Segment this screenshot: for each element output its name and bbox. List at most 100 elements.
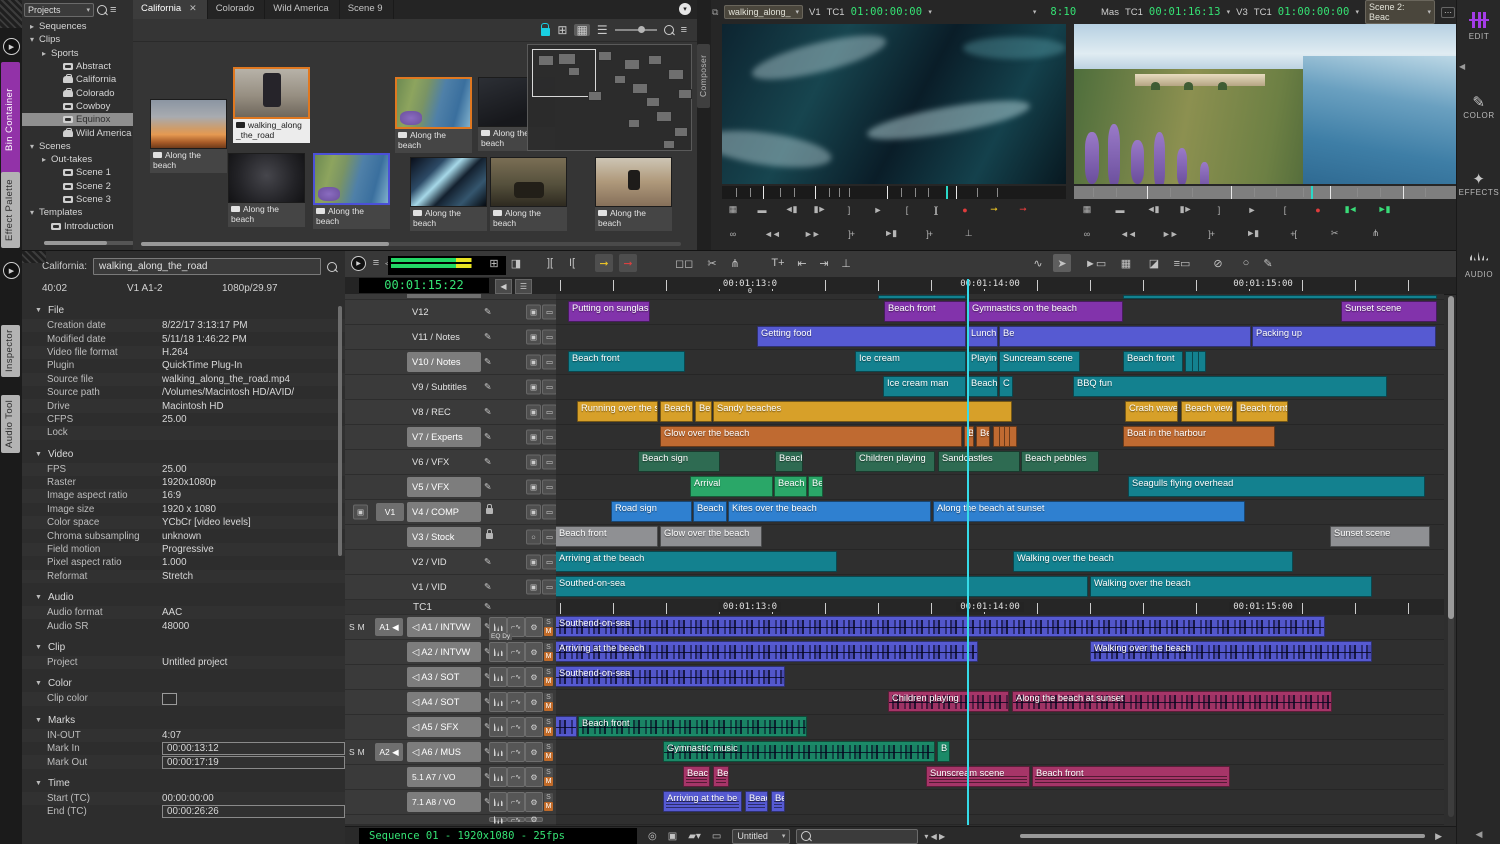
track-header-A7[interactable]: 5.1 A7 / VO✎⌐∿⚙SM <box>345 765 557 790</box>
timeline-clip[interactable]: Be <box>771 791 785 812</box>
track-header-V7[interactable]: V7 / Experts✎▣▭ <box>345 425 557 450</box>
track-header-V1[interactable]: V1 / VID✎▣▭ <box>345 575 557 600</box>
timeline-clip[interactable]: BBQ fun <box>1073 376 1387 397</box>
table-view-icon[interactable]: ⊞ <box>557 24 567 36</box>
timeline-clip[interactable]: Arriving at the beach <box>556 551 837 572</box>
section-audio[interactable]: ▼Audio <box>35 592 345 603</box>
transport-record-button[interactable]: ▮► <box>1178 202 1193 217</box>
timeline-clip[interactable]: Children playing <box>855 451 935 472</box>
timeline-clip[interactable]: Beach pebbles <box>1021 451 1099 472</box>
rail-tab-effect-palette[interactable]: Effect Palette <box>1 172 20 248</box>
gear-icon[interactable]: ⚙ <box>525 792 543 812</box>
solo-mute-group[interactable]: SM <box>349 622 365 632</box>
text-tool[interactable]: T+ <box>769 254 787 272</box>
pencil-icon[interactable]: ✎ <box>484 332 492 343</box>
bin-tab-wild-america[interactable]: Wild America <box>265 0 339 19</box>
automation-icon[interactable]: ⌐∿ <box>507 767 525 787</box>
position-playhead[interactable] <box>1311 186 1313 199</box>
rail-tab-bin-container[interactable]: Bin Container <box>1 62 20 178</box>
track-header-A8[interactable]: 7.1 A8 / VO✎⌐∿⚙SM <box>345 790 557 815</box>
solo-mute-group[interactable]: SM <box>349 747 365 757</box>
waveform-icon[interactable] <box>489 642 507 662</box>
timeline-bottom-play-icon[interactable]: ▶ <box>1435 831 1442 842</box>
target-icon[interactable]: ◎ <box>648 831 657 842</box>
transport-source-button[interactable]: ► <box>870 202 885 217</box>
track-monitor-icon[interactable]: ▭ <box>542 480 557 495</box>
collapse-arrow-icon[interactable]: ▼ <box>35 717 42 724</box>
transport-record-button[interactable]: ◄▮ <box>1145 202 1160 217</box>
track-monitor-icon[interactable]: ▭ <box>542 380 557 395</box>
track-name-button[interactable]: ◁ A1 / INTVW <box>407 617 481 637</box>
timeline-clip[interactable]: B <box>964 426 974 447</box>
track-monitor-icon[interactable]: ▭ <box>542 430 557 445</box>
timeline-clip[interactable]: Beach <box>660 401 693 422</box>
mute-button[interactable]: M <box>544 627 553 636</box>
transport-source-button[interactable]: ▮► <box>812 202 827 217</box>
record-enable-icon[interactable]: ▣ <box>526 355 541 370</box>
timeline-clip[interactable]: Arrival <box>690 476 773 497</box>
annotate-tool[interactable]: ✎ <box>1259 254 1277 272</box>
timeline-clip[interactable]: Crash wave <box>1125 401 1178 422</box>
gear-icon[interactable]: ⚙ <box>525 692 543 712</box>
pencil-icon[interactable]: ✎ <box>484 357 492 368</box>
splice-in[interactable]: ➞ <box>595 254 613 272</box>
transport-record-button[interactable]: ► <box>1244 202 1259 217</box>
transport-source-button[interactable]: ]+ <box>922 226 937 241</box>
bin-tab-colorado[interactable]: Colorado <box>208 0 266 19</box>
track-name-button[interactable]: ◁ A4 / SOT <box>407 692 481 712</box>
tree-item-sports[interactable]: ▸Sports <box>22 47 133 60</box>
track-monitor-icon[interactable]: ▭ <box>542 405 557 420</box>
solo-icon[interactable]: S <box>349 622 355 632</box>
tree-item-scene-1[interactable]: Scene 1 <box>22 166 133 179</box>
tree-item-scene-2[interactable]: Scene 2 <box>22 180 133 193</box>
timeline-clip[interactable]: Running over the s <box>577 401 658 422</box>
timeline-clip[interactable]: Beach <box>775 451 803 472</box>
mark-clip[interactable]: ⊥ <box>837 254 855 272</box>
timeline-clip[interactable] <box>556 716 577 737</box>
transport-source-button[interactable]: ➞ <box>986 202 1001 217</box>
mode-color[interactable]: ✎COLOR <box>1457 95 1500 120</box>
solo-button[interactable]: S <box>544 793 553 802</box>
pencil-icon[interactable]: ✎ <box>484 382 492 393</box>
inspector-search-icon[interactable] <box>327 262 337 272</box>
tree-item-equinox[interactable]: Equinox <box>22 113 133 126</box>
timeline-clip[interactable]: Beach front <box>1032 766 1230 787</box>
waveform-icon[interactable] <box>489 742 507 762</box>
thumbnail-size-slider[interactable] <box>615 29 657 31</box>
collapse-arrow-icon[interactable]: ▼ <box>35 307 42 314</box>
track-header-A6[interactable]: ◁ A6 / MUS✎SMA2 ◀⌐∿⚙SM <box>345 740 557 765</box>
track-lane-V7[interactable]: Glow over the beachBBeBoat in the harbou… <box>556 425 1444 450</box>
track-lane-A6[interactable]: Gymnastic musicB <box>556 740 1444 765</box>
tree-item-scene-3[interactable]: Scene 3 <box>22 193 133 206</box>
pencil-icon[interactable]: ✎ <box>484 557 492 568</box>
timeline-clip[interactable] <box>1009 426 1017 447</box>
collapse-arrow-icon[interactable]: ▼ <box>35 451 42 458</box>
grid-tool[interactable]: ⊞ <box>485 254 503 272</box>
track-lane-A8[interactable]: Arriving at the beBeacBe <box>556 790 1444 815</box>
automation-icon[interactable]: ⌐∿ <box>507 742 525 762</box>
waveform-icon[interactable] <box>489 792 507 812</box>
track-header-A4[interactable]: ◁ A4 / SOT✎⌐∿⚙SM <box>345 690 557 715</box>
track-name-button[interactable]: V8 / REC <box>407 402 481 422</box>
track-lane-A7[interactable]: BeacBeSunscream sceneBeach front <box>556 765 1444 790</box>
unlock-icon[interactable] <box>541 28 550 36</box>
timeline-clip[interactable]: Beach front <box>1123 351 1183 372</box>
timeline-clip[interactable]: B <box>937 741 950 762</box>
transport-record-button[interactable]: [ <box>1277 202 1292 217</box>
track-name-button[interactable]: V7 / Experts <box>407 427 481 447</box>
timeline-clip[interactable]: Be <box>999 326 1251 347</box>
timeline-clip[interactable]: Beach <box>967 376 998 397</box>
tree-item-abstract[interactable]: Abstract <box>22 60 133 73</box>
timeline-clip[interactable]: Gymnastic music <box>663 741 935 762</box>
transport-record-button[interactable]: ►► <box>1162 226 1178 241</box>
track-monitor-icon[interactable]: ▭ <box>542 580 557 595</box>
track-name-button[interactable]: ◁ A6 / MUS <box>407 742 481 762</box>
transport-source-button[interactable]: [ <box>899 202 914 217</box>
bin-tab-scene-9[interactable]: Scene 9 <box>340 0 394 19</box>
track-lane-A1[interactable]: Southend-on-sea <box>556 615 1444 640</box>
track-header-V10[interactable]: V10 / Notes✎▣▭ <box>345 350 557 375</box>
gear-icon[interactable]: ⚙ <box>525 617 543 637</box>
timeline-clip[interactable] <box>1198 351 1206 372</box>
timeline-clip[interactable]: Beach <box>693 501 727 522</box>
automation-icon[interactable]: ⌐∿ <box>507 817 525 822</box>
